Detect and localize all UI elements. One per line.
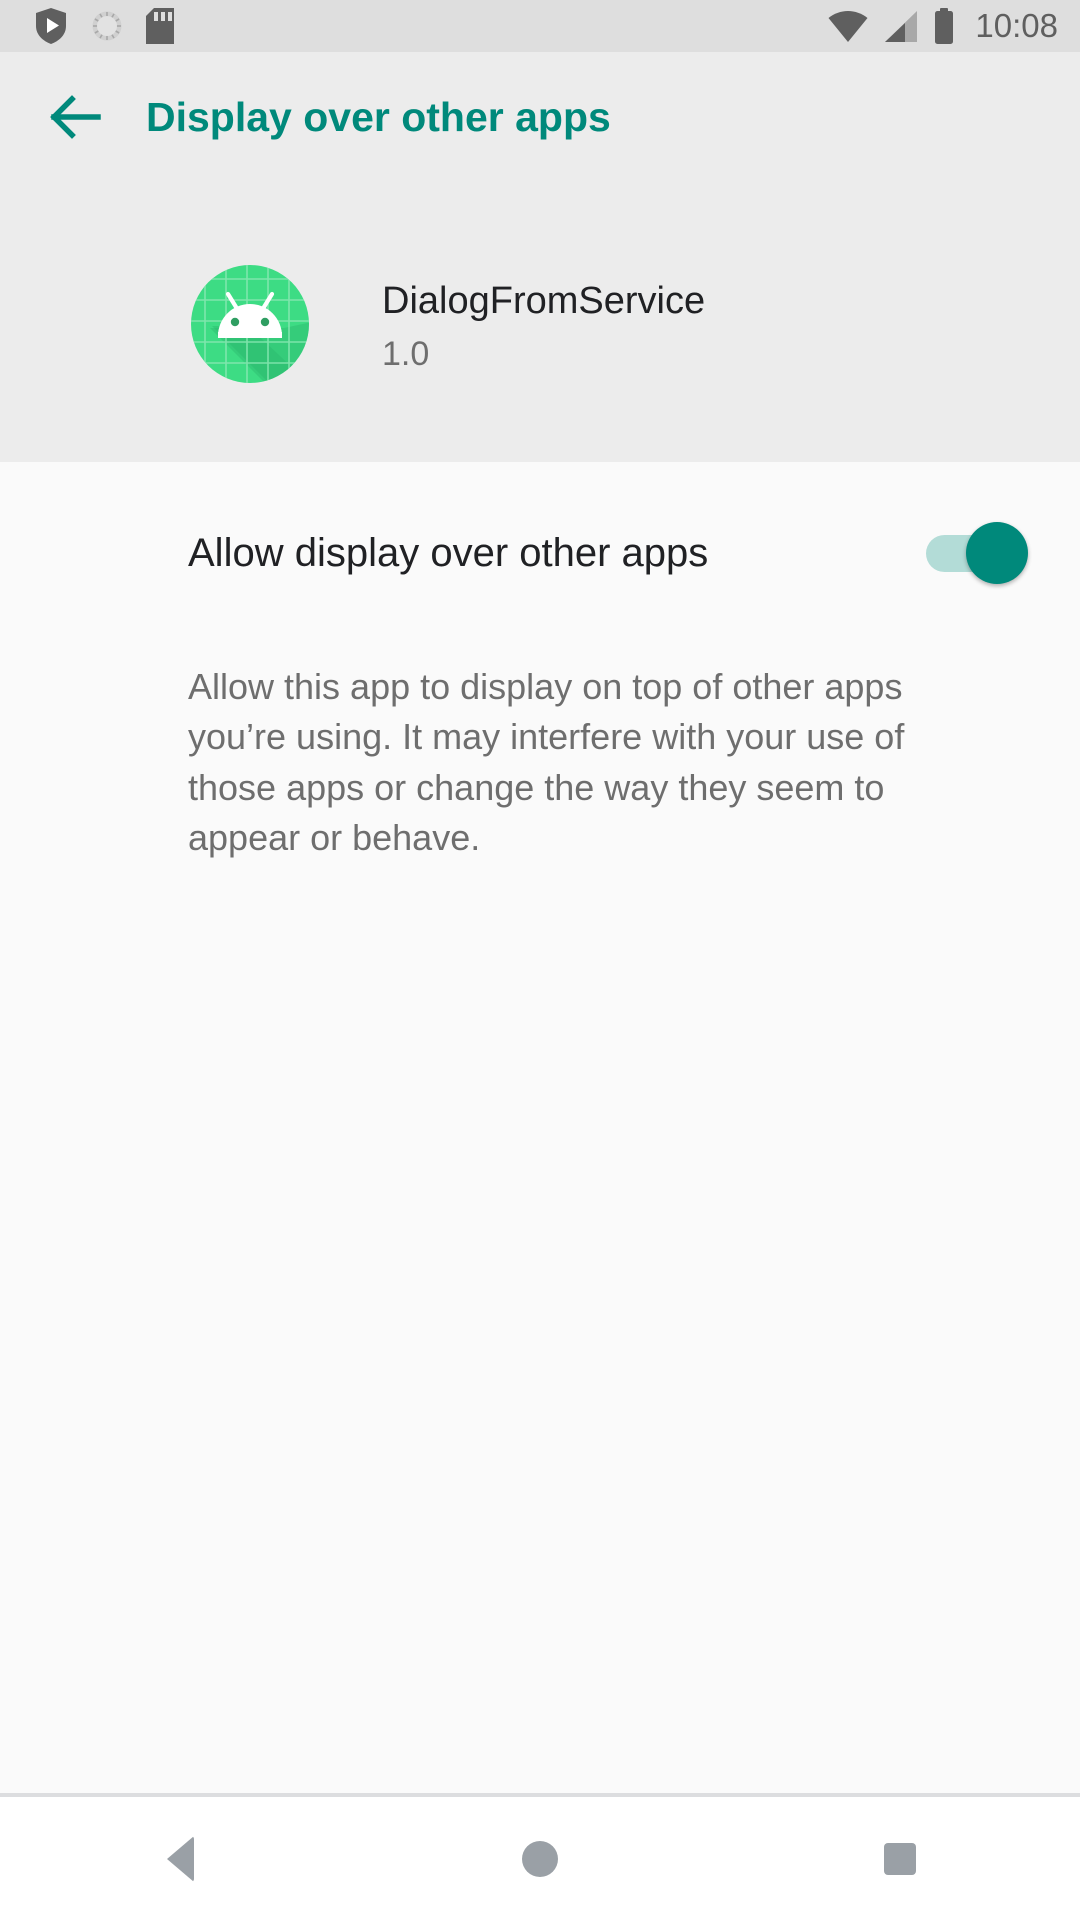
status-bar-clock: 10:08 (975, 7, 1058, 44)
app-version: 1.0 (382, 334, 430, 373)
play-protect-icon (34, 7, 68, 45)
back-arrow-icon[interactable] (28, 69, 124, 165)
battery-icon (933, 8, 955, 44)
nav-recents-button[interactable] (720, 1797, 1080, 1920)
page-title: Display over other apps (146, 93, 611, 140)
sd-card-icon (146, 8, 174, 44)
cell-signal-icon (883, 10, 919, 43)
square-recents-icon (884, 1842, 916, 1875)
nav-home-button[interactable] (360, 1797, 720, 1920)
allow-display-over-other-apps-row[interactable]: Allow display over other apps (0, 497, 1080, 609)
app-name: DialogFromService (382, 280, 706, 322)
phone-screen: 10:08 Display over other apps DialogFrom… (0, 0, 1080, 1920)
status-bar-left-icons (34, 7, 196, 45)
status-bar-right-icons: 10:08 (827, 0, 1058, 52)
rotation-dial-icon (90, 9, 124, 43)
switch-label: Allow display over other apps (188, 530, 709, 575)
allow-display-toggle[interactable] (926, 522, 1028, 584)
status-bar: 10:08 (0, 0, 1080, 52)
nav-back-button[interactable] (0, 1797, 360, 1920)
wifi-icon (827, 10, 869, 43)
android-app-icon (188, 262, 312, 386)
system-navigation-bar (0, 1797, 1080, 1920)
circle-home-icon (522, 1840, 558, 1877)
header-section: Display over other apps DialogFromServic… (0, 52, 1080, 462)
app-bar: Display over other apps (0, 52, 1080, 182)
app-text-block: DialogFromService 1.0 (382, 262, 705, 373)
app-info-block: DialogFromService 1.0 (0, 262, 1080, 386)
triangle-back-icon (166, 1835, 194, 1882)
switch-thumb (966, 522, 1028, 584)
setting-description: Allow this app to display on top of othe… (188, 666, 905, 859)
settings-body: Allow display over other apps Allow this… (0, 462, 1080, 1793)
